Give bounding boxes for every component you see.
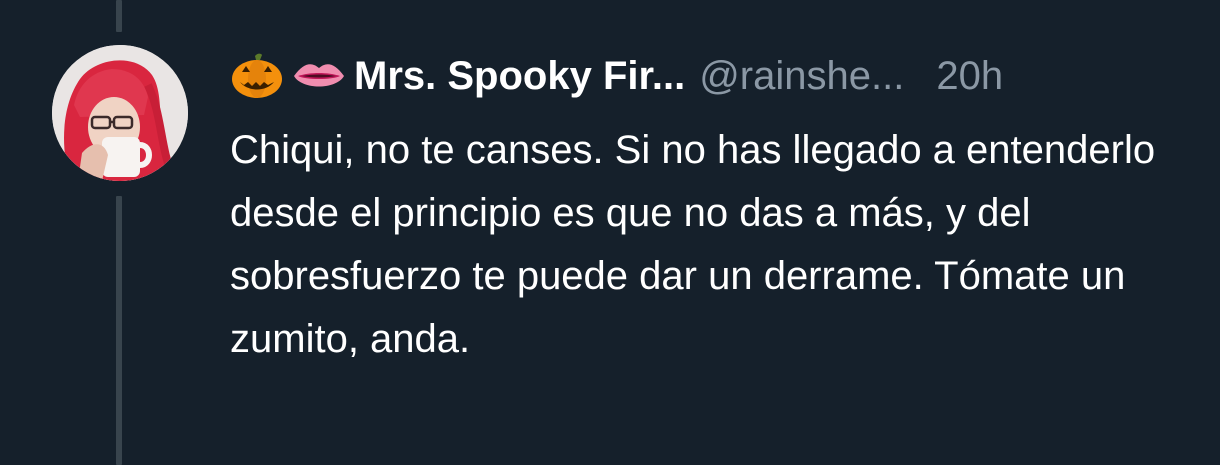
jack-o-lantern-icon bbox=[230, 48, 292, 104]
timestamp[interactable]: 20h bbox=[936, 48, 1003, 104]
user-handle[interactable]: @rainshe... bbox=[699, 48, 904, 104]
avatar[interactable] bbox=[52, 45, 188, 181]
tweet-header: Mrs. Spooky Fir... @rainshe... 20h bbox=[230, 48, 1003, 104]
thread-line-top bbox=[116, 0, 122, 32]
thread-line-bottom bbox=[116, 196, 122, 465]
avatar-image bbox=[52, 45, 188, 181]
tweet-text: Chiqui, no te canses. Si no has llegado … bbox=[230, 128, 1156, 361]
display-name[interactable]: Mrs. Spooky Fir... bbox=[354, 48, 685, 104]
lips-icon bbox=[292, 48, 354, 104]
